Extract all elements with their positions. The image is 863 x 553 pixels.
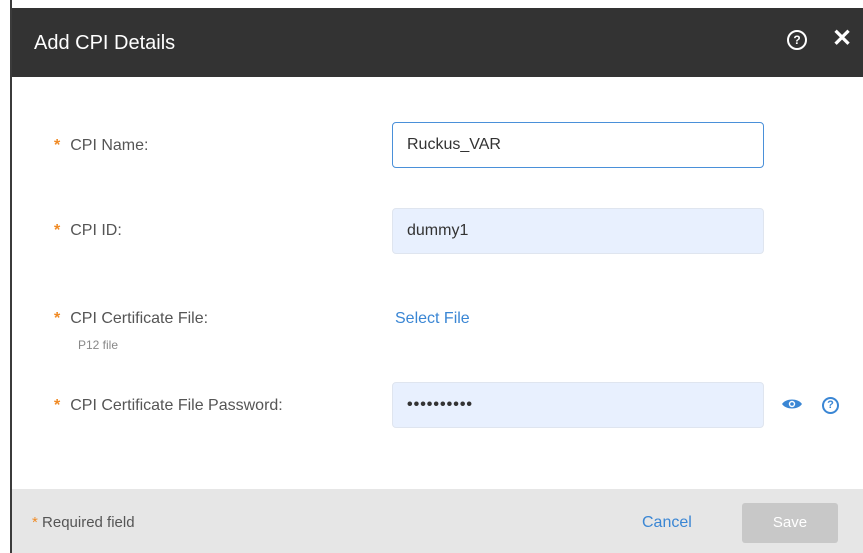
cpi-name-label: * CPI Name: bbox=[54, 137, 149, 154]
password-help-icon[interactable]: ? bbox=[822, 397, 839, 414]
cancel-button[interactable]: Cancel bbox=[642, 514, 692, 532]
required-star: * bbox=[32, 514, 38, 531]
help-icon[interactable]: ? bbox=[787, 30, 807, 50]
eye-icon[interactable] bbox=[781, 397, 803, 411]
required-star: * bbox=[54, 397, 61, 414]
cert-file-label: * CPI Certificate File: bbox=[54, 310, 209, 327]
required-field-note: * Required field bbox=[32, 514, 135, 531]
required-star: * bbox=[54, 137, 61, 154]
required-star: * bbox=[54, 310, 61, 327]
dialog-footer: * Required field Cancel Save bbox=[12, 489, 863, 553]
select-file-link[interactable]: Select File bbox=[395, 310, 470, 328]
cpi-id-label: * CPI ID: bbox=[54, 222, 122, 239]
cert-file-hint: P12 file bbox=[78, 338, 119, 352]
dialog-title: Add CPI Details bbox=[34, 32, 176, 54]
close-icon[interactable]: ✕ bbox=[832, 24, 852, 53]
top-strip bbox=[12, 0, 863, 8]
save-button[interactable]: Save bbox=[742, 503, 838, 543]
dialog-header: Add CPI Details ? ✕ bbox=[12, 8, 863, 77]
add-cpi-dialog: Add CPI Details ? ✕ *CPI Name: *CPI ID: … bbox=[10, 0, 863, 553]
required-star: * bbox=[54, 222, 61, 239]
cert-password-label: * CPI Certificate File Password: bbox=[54, 397, 283, 414]
cert-password-input[interactable] bbox=[392, 382, 764, 428]
cpi-id-input[interactable] bbox=[392, 208, 764, 254]
cpi-name-input[interactable] bbox=[392, 122, 764, 168]
